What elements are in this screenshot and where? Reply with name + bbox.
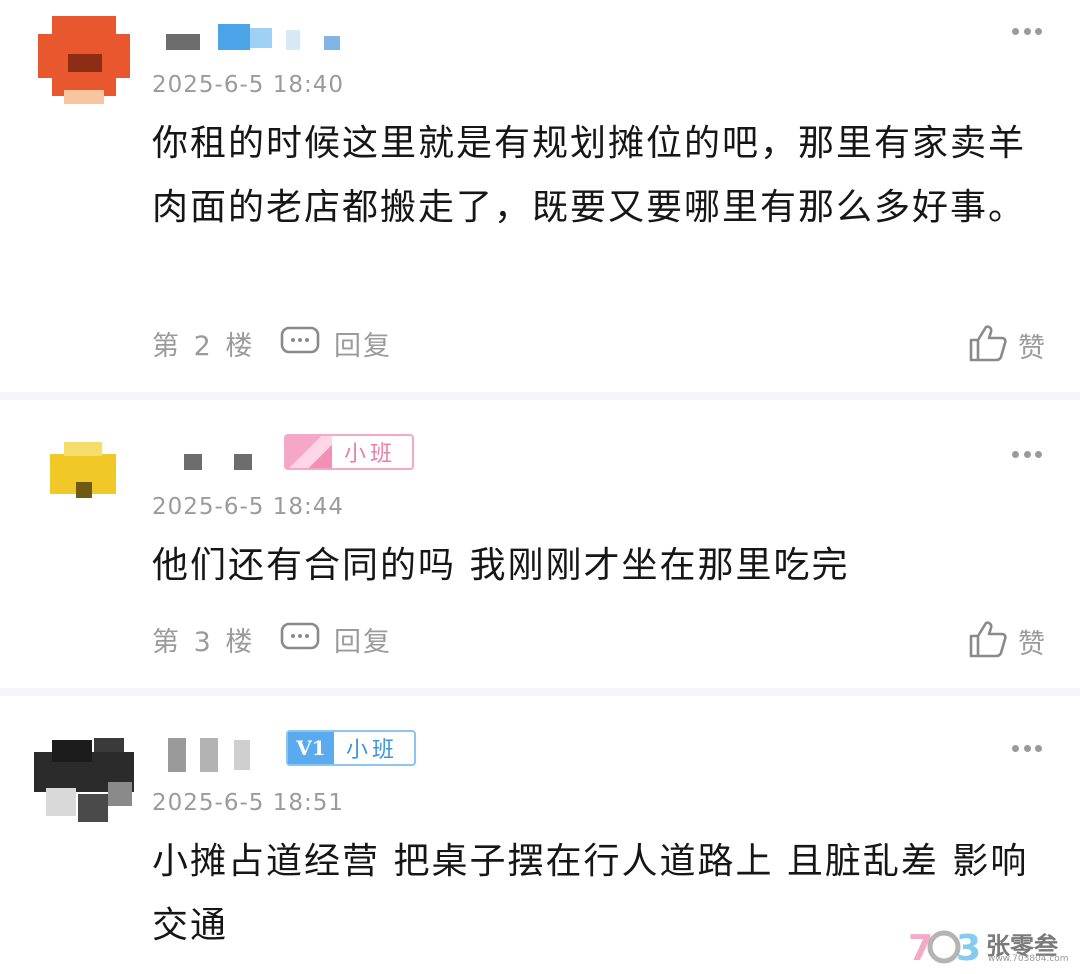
comment-item: 小班 2025-6-5 18:44 他们还有合同的吗 我刚刚才坐在那里吃完 第 … (0, 400, 1080, 688)
username[interactable] (160, 16, 350, 56)
avatar[interactable] (34, 10, 134, 110)
reply-button[interactable]: 回复 (334, 620, 392, 659)
thumbs-up-icon[interactable] (968, 620, 1008, 658)
comment-bubble-icon[interactable] (280, 622, 320, 652)
watermark-logo-icon: 7 3 (908, 928, 980, 968)
thumbs-up-icon[interactable] (968, 324, 1008, 362)
username[interactable] (160, 736, 260, 776)
comment-text: 他们还有合同的吗 我刚刚才坐在那里吃完 (152, 545, 850, 586)
comment-text: 小摊占道经营 把桌子摆在行人道路上 且脏乱差 影响交通 (152, 841, 1029, 946)
user-badge: 小班 (284, 434, 414, 470)
comment-bubble-icon[interactable] (280, 326, 320, 356)
user-badge: V1 小班 (286, 730, 416, 766)
watermark: 7 3 张零叁 www.703804.com (906, 924, 1076, 968)
reply-button[interactable]: 回复 (334, 324, 392, 363)
divider (0, 392, 1080, 400)
like-button[interactable]: 赞 (1018, 622, 1045, 661)
avatar[interactable] (34, 732, 134, 832)
comment-timestamp: 2025-6-5 18:40 (152, 72, 344, 98)
comment-text: 你租的时候这里就是有规划摊位的吧，那里有家卖羊肉面的老店都搬走了，既要又要哪里有… (152, 123, 1027, 228)
more-horizontal-icon[interactable] (1012, 27, 1042, 35)
more-horizontal-icon[interactable] (1012, 744, 1042, 752)
badge-label: 小班 (344, 442, 397, 467)
comment-timestamp: 2025-6-5 18:51 (152, 790, 344, 816)
more-horizontal-icon[interactable] (1012, 450, 1042, 458)
comment-item: 2025-6-5 18:40 你租的时候这里就是有规划摊位的吧，那里有家卖羊肉面… (0, 0, 1080, 392)
divider (0, 688, 1080, 696)
username[interactable] (160, 444, 270, 484)
badge-level: V1 (288, 732, 334, 764)
comment-timestamp: 2025-6-5 18:44 (152, 494, 344, 520)
floor-number: 第 3 楼 (152, 627, 256, 658)
avatar[interactable] (34, 426, 134, 526)
like-button[interactable]: 赞 (1018, 326, 1045, 365)
floor-number: 第 2 楼 (152, 331, 256, 362)
badge-label: 小班 (346, 738, 399, 763)
svg-text:3: 3 (956, 928, 980, 968)
watermark-url: www.703804.com (988, 954, 1069, 964)
